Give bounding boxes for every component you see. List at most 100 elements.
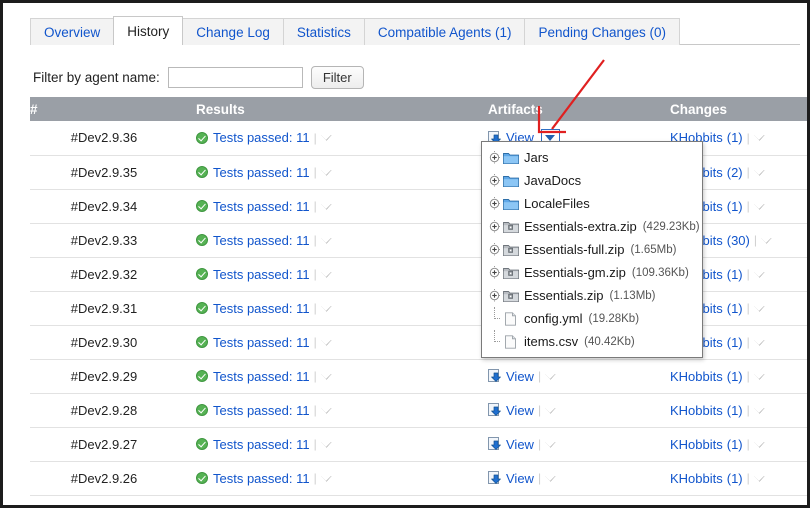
tests-passed-link[interactable]: Tests passed: 11 <box>213 505 310 506</box>
changes-count-link[interactable]: (1) <box>727 369 743 384</box>
artifact-name: Essentials.zip <box>524 288 604 303</box>
tests-passed-link[interactable]: Tests passed: 11 <box>213 199 310 214</box>
divider: | <box>313 335 317 349</box>
changes-count-link[interactable]: (30) <box>727 233 750 248</box>
chevron-down-icon[interactable] <box>754 269 765 280</box>
tests-passed-link[interactable]: Tests passed: 11 <box>213 471 310 486</box>
changes-author-link[interactable]: KHobbits <box>670 505 723 506</box>
tests-passed-link[interactable]: Tests passed: 11 <box>213 437 310 452</box>
artifact-item[interactable]: config.yml (19.28Kb) <box>482 307 702 330</box>
chevron-down-icon[interactable] <box>754 167 765 178</box>
chevron-down-icon[interactable] <box>545 405 556 416</box>
changes-count-link[interactable]: (1) <box>727 403 743 418</box>
chevron-down-icon[interactable] <box>754 337 765 348</box>
changes-count-link[interactable]: (2) <box>727 165 743 180</box>
table-row: #Dev2.9.25 Tests passed: 11|View| KHobbits… <box>30 495 807 506</box>
tests-passed-link[interactable]: Tests passed: 11 <box>213 301 310 316</box>
build-number-cell: #Dev2.9.34 <box>30 189 178 224</box>
changes-count-link[interactable]: (1) <box>727 130 743 145</box>
tab-history[interactable]: History <box>113 16 184 45</box>
view-artifacts-link[interactable]: View <box>506 437 534 452</box>
artifact-item[interactable]: Essentials-gm.zip (109.36Kb) <box>482 261 702 284</box>
chevron-down-icon[interactable] <box>761 235 772 246</box>
column-header-number[interactable]: # <box>30 97 178 121</box>
changes-author-link[interactable]: KHobbits <box>670 471 723 486</box>
chevron-down-icon[interactable] <box>754 473 765 484</box>
chevron-down-icon[interactable] <box>545 439 556 450</box>
expand-plus-icon[interactable] <box>488 151 501 164</box>
tab-statistics[interactable]: Statistics <box>282 18 365 45</box>
changes-count-link[interactable]: (1) <box>727 199 743 214</box>
tests-passed-link[interactable]: Tests passed: 11 <box>213 267 310 282</box>
chevron-down-icon[interactable] <box>321 201 332 212</box>
chevron-down-icon[interactable] <box>754 132 765 143</box>
tab-overview[interactable]: Overview <box>30 18 115 45</box>
tests-passed-link[interactable]: Tests passed: 11 <box>213 403 310 418</box>
expand-plus-icon[interactable] <box>488 197 501 210</box>
changes-count-link[interactable]: (1) <box>727 335 743 350</box>
divider: | <box>313 130 317 145</box>
view-artifacts-link[interactable]: View <box>506 369 534 384</box>
chevron-down-icon[interactable] <box>321 167 332 178</box>
agent-name-input[interactable] <box>167 66 303 88</box>
column-header-changes[interactable]: Changes <box>653 97 807 121</box>
chevron-down-icon[interactable] <box>754 201 765 212</box>
column-header-results[interactable]: Results <box>178 97 478 121</box>
tab-pending-changes[interactable]: Pending Changes (0) <box>524 18 681 45</box>
filter-label: Filter by agent name: <box>33 69 160 85</box>
filter-button[interactable]: Filter <box>310 65 364 89</box>
changes-count-link[interactable]: (1) <box>727 471 743 486</box>
tests-passed-link[interactable]: Tests passed: 11 <box>213 233 310 248</box>
divider: | <box>746 267 750 281</box>
changes-count-link[interactable]: (1) <box>727 267 743 282</box>
changes-author-link[interactable]: KHobbits <box>670 403 723 418</box>
tests-passed-link[interactable]: Tests passed: 11 <box>213 335 310 350</box>
tests-passed-icon <box>196 131 208 144</box>
expand-plus-icon[interactable] <box>488 289 501 302</box>
tests-passed-icon <box>196 404 208 416</box>
zip-archive-icon <box>503 266 519 280</box>
chevron-down-icon[interactable] <box>321 473 332 484</box>
changes-author-link[interactable]: KHobbits <box>670 437 723 452</box>
artifact-item[interactable]: Essentials.zip (1.13Mb) <box>482 284 702 307</box>
tests-passed-link[interactable]: Tests passed: 11 <box>213 369 310 384</box>
chevron-down-icon[interactable] <box>754 405 765 416</box>
artifact-dropdown-panel[interactable]: Jars JavaDocs LocaleFiles Essentials-extra.… <box>481 141 703 358</box>
chevron-down-icon[interactable] <box>321 337 332 348</box>
chevron-down-icon[interactable] <box>321 405 332 416</box>
expand-plus-icon[interactable] <box>488 174 501 187</box>
tab-change-log[interactable]: Change Log <box>182 18 284 45</box>
chevron-down-icon[interactable] <box>321 439 332 450</box>
tab-compatible-agents[interactable]: Compatible Agents (1) <box>363 18 526 45</box>
changes-count-link[interactable]: (1) <box>727 505 743 506</box>
expand-plus-icon[interactable] <box>488 266 501 279</box>
artifact-item[interactable]: Essentials-extra.zip (429.23Kb) <box>482 215 702 238</box>
chevron-down-icon[interactable] <box>321 303 332 314</box>
artifact-item[interactable]: JavaDocs <box>482 169 702 192</box>
tests-passed-link[interactable]: Tests passed: 11 <box>213 165 310 180</box>
view-artifacts-link[interactable]: View <box>506 471 534 486</box>
changes-count-link[interactable]: (1) <box>727 301 743 316</box>
build-number: #Dev2.9.29 <box>70 368 138 384</box>
chevron-down-icon[interactable] <box>321 269 332 280</box>
chevron-down-icon[interactable] <box>754 439 765 450</box>
artifact-item[interactable]: items.csv (40.42Kb) <box>482 330 702 353</box>
chevron-down-icon[interactable] <box>321 132 332 143</box>
chevron-down-icon[interactable] <box>321 235 332 246</box>
artifact-item[interactable]: LocaleFiles <box>482 192 702 215</box>
changes-count-link[interactable]: (1) <box>727 437 743 452</box>
artifact-item[interactable]: Jars <box>482 146 702 169</box>
expand-plus-icon[interactable] <box>488 220 501 233</box>
chevron-down-icon[interactable] <box>545 371 556 382</box>
chevron-down-icon[interactable] <box>754 303 765 314</box>
expand-plus-icon[interactable] <box>488 243 501 256</box>
tests-passed-link[interactable]: Tests passed: 11 <box>213 130 310 145</box>
chevron-down-icon[interactable] <box>545 473 556 484</box>
chevron-down-icon[interactable] <box>754 371 765 382</box>
view-artifacts-link[interactable]: View <box>506 403 534 418</box>
artifact-item[interactable]: Essentials-full.zip (1.65Mb) <box>482 238 702 261</box>
chevron-down-icon[interactable] <box>321 371 332 382</box>
view-artifacts-link[interactable]: View <box>506 505 534 506</box>
column-header-artifacts[interactable]: Artifacts <box>478 97 653 121</box>
changes-author-link[interactable]: KHobbits <box>670 369 723 384</box>
